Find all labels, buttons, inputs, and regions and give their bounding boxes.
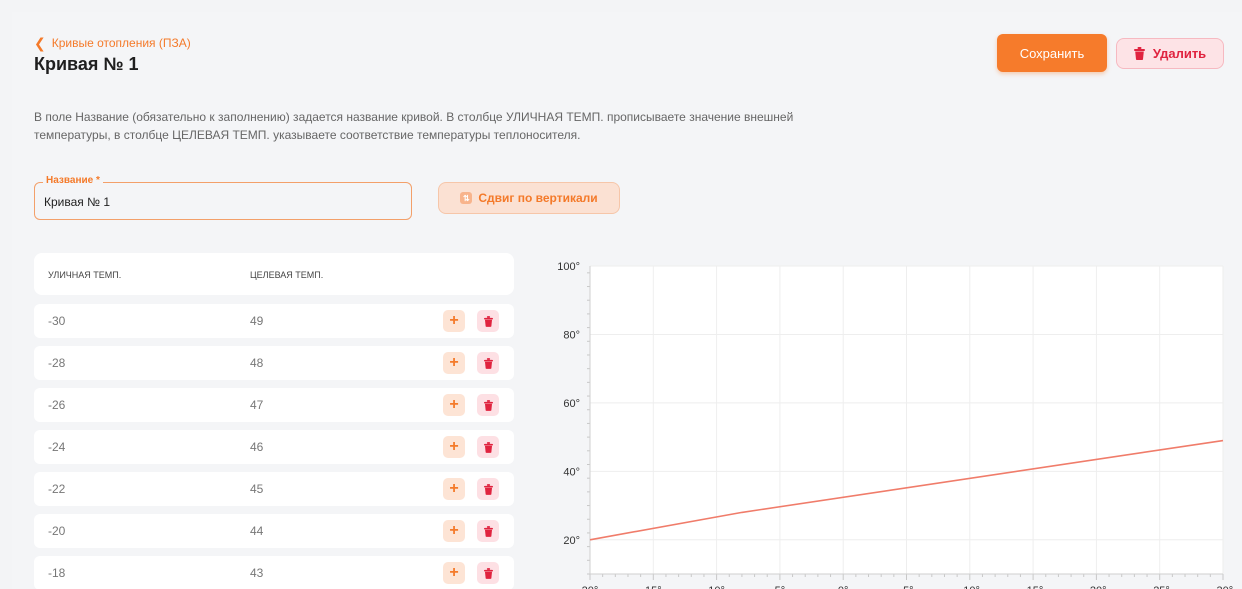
delete-row-button[interactable]: [477, 310, 499, 332]
trash-icon: [483, 567, 493, 579]
column-header-target: ЦЕЛЕВАЯ ТЕМП.: [250, 270, 324, 280]
x-tick-label: -15°: [1023, 585, 1043, 589]
delete-row-button[interactable]: [477, 394, 499, 416]
x-tick-label: 20°: [582, 585, 599, 589]
trash-icon: [483, 315, 493, 327]
outdoor-temp-cell[interactable]: -28: [48, 356, 65, 370]
delete-button[interactable]: Удалить: [1116, 38, 1224, 69]
back-link[interactable]: ❮ Кривые отопления (ПЗА): [34, 36, 191, 50]
table-row: -22 45 +: [34, 472, 514, 506]
target-temp-cell[interactable]: 45: [250, 482, 263, 496]
add-row-button[interactable]: +: [443, 562, 465, 584]
outdoor-temp-cell[interactable]: -20: [48, 524, 65, 538]
y-tick-label: 60°: [563, 398, 580, 410]
trash-icon: [1133, 47, 1145, 60]
trash-icon: [483, 525, 493, 537]
back-link-label: Кривые отопления (ПЗА): [51, 36, 191, 50]
add-row-button[interactable]: +: [443, 436, 465, 458]
x-tick-label: 10°: [708, 585, 725, 589]
y-tick-label: 80°: [563, 329, 580, 341]
table-row: -20 44 +: [34, 514, 514, 548]
x-tick-label: -20°: [1086, 585, 1106, 589]
plus-icon: +: [449, 396, 459, 413]
trash-icon: [483, 357, 493, 369]
name-field-label: Название *: [43, 175, 103, 186]
page-title: Кривая № 1: [34, 54, 139, 74]
page: ❮ Кривые отопления (ПЗА) Кривая № 1 Сохр…: [0, 0, 1242, 589]
table-header: УЛИЧНАЯ ТЕМП. ЦЕЛЕВАЯ ТЕМП.: [34, 253, 514, 295]
x-tick-label: -5°: [899, 585, 913, 589]
plus-icon: +: [449, 354, 459, 371]
target-temp-cell[interactable]: 46: [250, 440, 263, 454]
outdoor-temp-cell[interactable]: -30: [48, 314, 65, 328]
temperature-curve-chart: 20° 15° 10° 5° 0° -5° -10° -15° -20° -25° -30° 20° 4…: [557, 261, 1233, 589]
delete-row-button[interactable]: [477, 352, 499, 374]
column-header-outdoor: УЛИЧНАЯ ТЕМП.: [48, 270, 122, 280]
target-temp-cell[interactable]: 44: [250, 524, 263, 538]
delete-row-button[interactable]: [477, 478, 499, 500]
description-text: В поле Название (обязательно к заполнени…: [34, 110, 794, 142]
x-tick-label: 0°: [838, 585, 849, 589]
x-tick-label: 5°: [775, 585, 786, 589]
x-tick-label: 15°: [645, 585, 662, 589]
plus-icon: +: [449, 438, 459, 455]
plus-icon: +: [449, 480, 459, 497]
content-card: ❮ Кривые отопления (ПЗА) Кривая № 1 Сохр…: [12, 12, 1242, 589]
table-row: -30 49 +: [34, 304, 514, 338]
y-tick-label: 100°: [557, 261, 580, 273]
target-temp-cell[interactable]: 47: [250, 398, 263, 412]
delete-row-button[interactable]: [477, 436, 499, 458]
x-tick-label: -25°: [1150, 585, 1170, 589]
x-tick-label: -30°: [1213, 585, 1233, 589]
outdoor-temp-cell[interactable]: -22: [48, 482, 65, 496]
plus-icon: +: [449, 312, 459, 329]
outdoor-temp-cell[interactable]: -24: [48, 440, 65, 454]
add-row-button[interactable]: +: [443, 310, 465, 332]
save-button[interactable]: Сохранить: [997, 34, 1107, 72]
outdoor-temp-cell[interactable]: -26: [48, 398, 65, 412]
add-row-button[interactable]: +: [443, 478, 465, 500]
x-tick-label: -10°: [960, 585, 980, 589]
delete-row-button[interactable]: [477, 520, 499, 542]
add-row-button[interactable]: +: [443, 394, 465, 416]
outdoor-temp-cell[interactable]: -18: [48, 566, 65, 580]
target-temp-cell[interactable]: 49: [250, 314, 263, 328]
name-input[interactable]: [44, 195, 394, 209]
table-row: -26 47 +: [34, 388, 514, 422]
table-row: -24 46 +: [34, 430, 514, 464]
y-tick-label: 20°: [563, 535, 580, 547]
add-row-button[interactable]: +: [443, 352, 465, 374]
trash-icon: [483, 483, 493, 495]
trash-icon: [483, 399, 493, 411]
trash-icon: [483, 441, 493, 453]
shift-icon: ⇅: [460, 192, 473, 204]
y-tick-label: 40°: [563, 466, 580, 478]
table-row: -28 48 +: [34, 346, 514, 380]
vertical-shift-button[interactable]: ⇅ Сдвиг по вертикали: [438, 182, 620, 214]
target-temp-cell[interactable]: 43: [250, 566, 263, 580]
target-temp-cell[interactable]: 48: [250, 356, 263, 370]
plus-icon: +: [449, 522, 459, 539]
table-row: -18 43 +: [34, 556, 514, 589]
name-field[interactable]: Название *: [34, 175, 412, 220]
add-row-button[interactable]: +: [443, 520, 465, 542]
chevron-left-icon: ❮: [34, 35, 46, 51]
delete-button-label: Удалить: [1152, 46, 1207, 61]
plus-icon: +: [449, 564, 459, 581]
vertical-shift-label: Сдвиг по вертикали: [478, 191, 598, 205]
delete-row-button[interactable]: [477, 562, 499, 584]
